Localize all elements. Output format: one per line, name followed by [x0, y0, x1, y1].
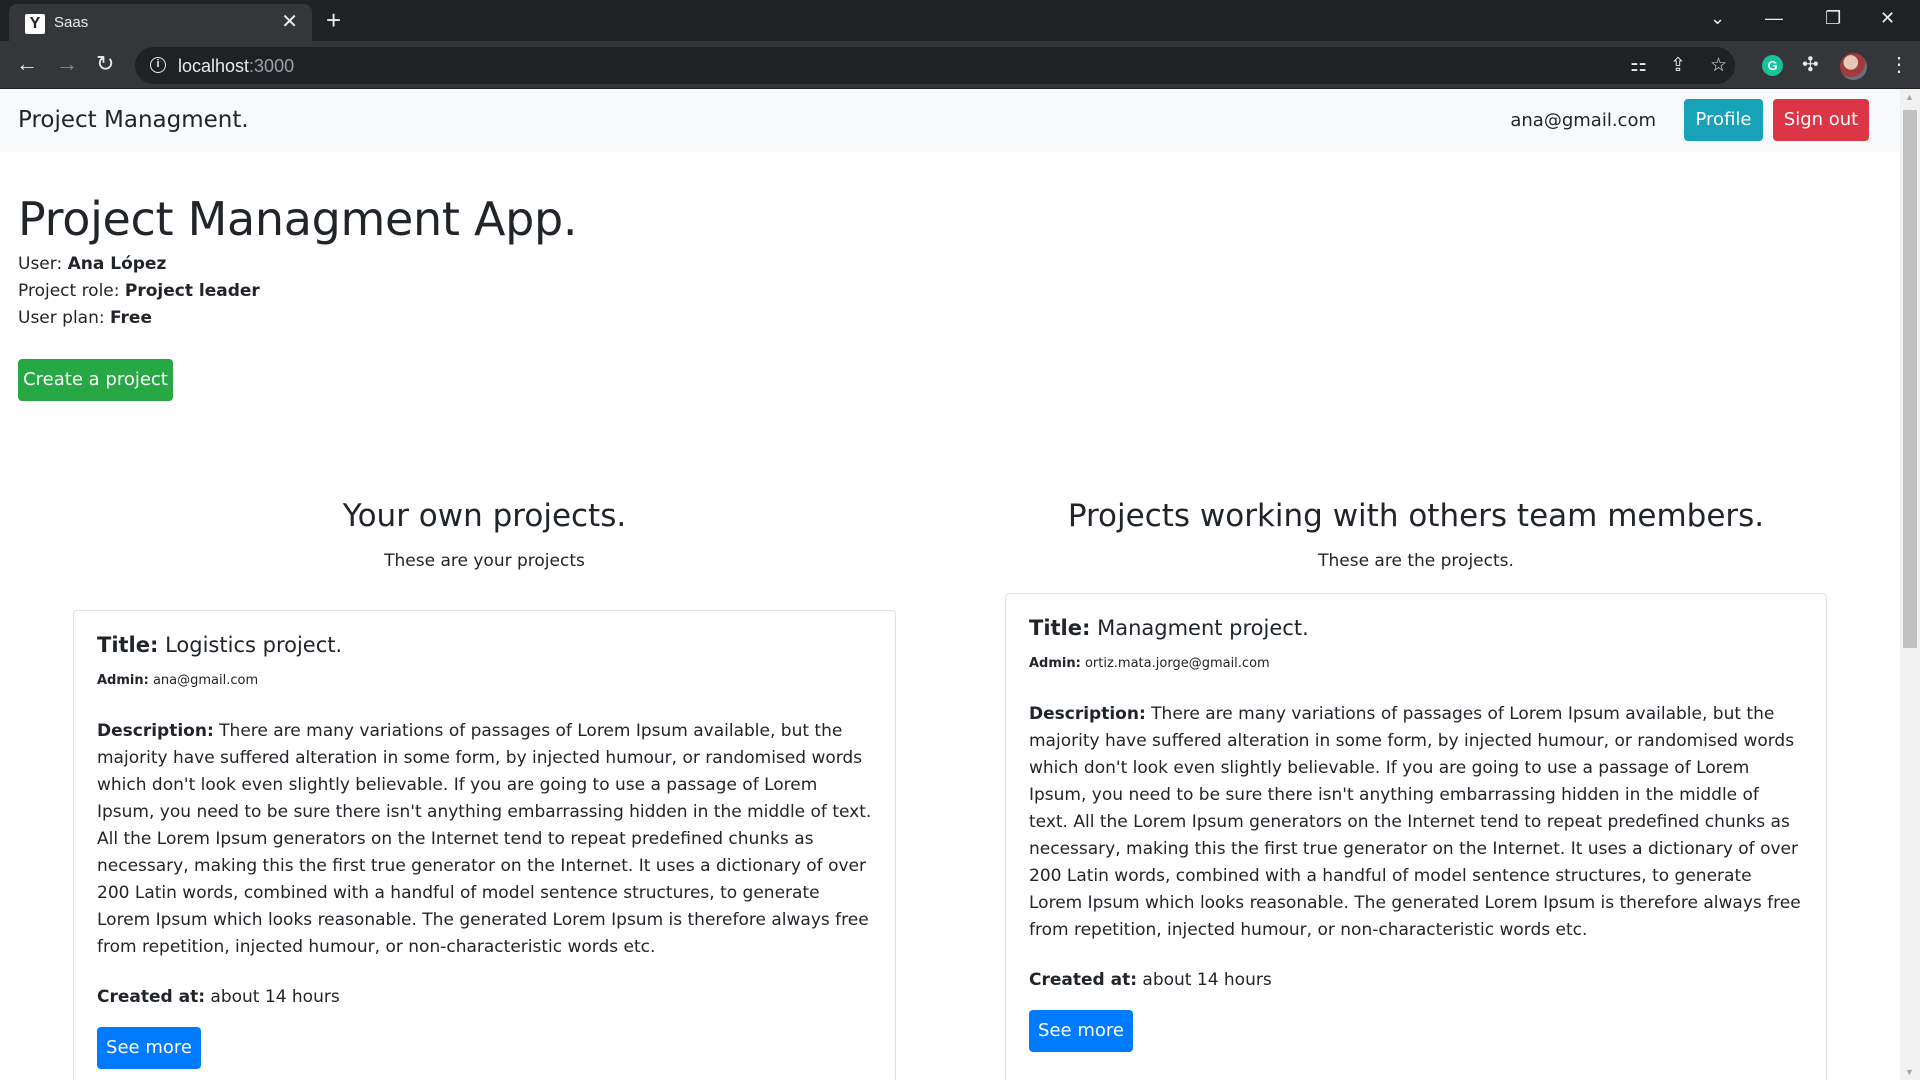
- close-icon[interactable]: ✕: [281, 11, 298, 33]
- team-project-card: Title: Managment project. Admin: ortiz.m…: [1005, 593, 1827, 1080]
- forward-icon[interactable]: →: [56, 52, 78, 76]
- card-created: Created at: about 14 hours: [97, 987, 872, 1007]
- card-desc-label: Description:: [97, 721, 214, 741]
- card-description: Description: There are many variations o…: [1029, 701, 1803, 944]
- scrollbar-thumb[interactable]: [1903, 110, 1917, 648]
- card-desc-label: Description:: [1029, 704, 1146, 724]
- user-email: ana@gmail.com: [1510, 110, 1656, 131]
- scroll-up-icon[interactable]: ▲: [1905, 92, 1914, 102]
- user-info: User: Ana López: [18, 254, 166, 274]
- info-icon[interactable]: i: [150, 57, 166, 73]
- plan-label: User plan:: [18, 308, 105, 328]
- own-project-card: Title: Logistics project. Admin: ana@gma…: [73, 610, 896, 1080]
- user-name: Ana López: [67, 254, 167, 274]
- card-desc-value: There are many variations of passages of…: [1029, 704, 1801, 940]
- back-icon[interactable]: ←: [16, 52, 38, 76]
- user-label: User:: [18, 254, 63, 274]
- url-text: localhost:3000: [178, 56, 295, 76]
- url-input[interactable]: i localhost:3000 ⚏ ⇪ ☆: [135, 47, 1735, 84]
- plus-icon[interactable]: +: [326, 6, 341, 34]
- card-created: Created at: about 14 hours: [1029, 970, 1803, 990]
- card-title: Title: Logistics project.: [97, 633, 872, 657]
- profile-button[interactable]: Profile: [1684, 99, 1763, 141]
- plan-value: Free: [110, 308, 152, 328]
- page-scrollbar[interactable]: ▲ ▼: [1900, 89, 1920, 1080]
- menu-icon[interactable]: ⋮: [1889, 53, 1909, 77]
- browser-tab-bar: Y Saas ✕ + ⌄ — ❐ ✕: [0, 0, 1920, 41]
- card-admin-label: Admin:: [1029, 656, 1081, 671]
- sign-out-button[interactable]: Sign out: [1773, 99, 1869, 141]
- card-admin: Admin: ortiz.mata.jorge@gmail.com: [1029, 656, 1803, 671]
- card-created-value: about 14 hours: [210, 987, 340, 1007]
- card-title-label: Title:: [97, 633, 159, 657]
- navbar-brand[interactable]: Project Managment.: [18, 107, 249, 133]
- card-description: Description: There are many variations o…: [97, 718, 872, 961]
- browser-tab[interactable]: Y Saas ✕: [9, 4, 312, 41]
- translate-icon[interactable]: ⚏: [1630, 55, 1647, 77]
- card-created-label: Created at:: [1029, 970, 1138, 990]
- create-project-button[interactable]: Create a project: [18, 359, 173, 401]
- star-icon[interactable]: ☆: [1710, 55, 1727, 77]
- avatar-icon[interactable]: [1840, 53, 1867, 80]
- scroll-down-icon[interactable]: ▼: [1905, 1067, 1914, 1077]
- restore-icon[interactable]: ❐: [1825, 6, 1841, 30]
- extensions-icon[interactable]: ✣: [1802, 53, 1819, 77]
- card-admin-label: Admin:: [97, 673, 149, 688]
- reload-icon[interactable]: ↻: [96, 52, 114, 76]
- share-icon[interactable]: ⇪: [1670, 55, 1686, 77]
- chevron-down-icon[interactable]: ⌄: [1710, 6, 1725, 30]
- role-info: Project role: Project leader: [18, 281, 260, 301]
- see-more-button[interactable]: See more: [1029, 1010, 1133, 1052]
- page-title: Project Managment App.: [18, 192, 578, 246]
- role-value: Project leader: [124, 281, 260, 301]
- own-projects-heading: Your own projects.: [342, 498, 627, 534]
- minimize-icon[interactable]: —: [1765, 6, 1783, 30]
- address-bar: ← → ↻ i localhost:3000 ⚏ ⇪ ☆ G ✣ ⋮: [0, 41, 1920, 89]
- card-desc-value: There are many variations of passages of…: [97, 721, 872, 957]
- card-created-value: about 14 hours: [1142, 970, 1272, 990]
- role-label: Project role:: [18, 281, 120, 301]
- window-close-icon[interactable]: ✕: [1880, 6, 1895, 30]
- own-projects-subtitle: These are your projects: [384, 551, 585, 571]
- card-title: Title: Managment project.: [1029, 616, 1803, 640]
- see-more-button[interactable]: See more: [97, 1027, 201, 1069]
- card-admin-value: ortiz.mata.jorge@gmail.com: [1084, 656, 1270, 671]
- card-admin-value: ana@gmail.com: [152, 673, 259, 688]
- team-projects-subtitle: These are the projects.: [1318, 551, 1514, 571]
- favicon-icon: Y: [25, 14, 45, 34]
- page-viewport: Project Managment. ana@gmail.com Profile…: [0, 89, 1900, 1080]
- tab-title: Saas: [54, 14, 89, 31]
- card-admin: Admin: ana@gmail.com: [97, 673, 872, 688]
- card-title-label: Title:: [1029, 616, 1091, 640]
- card-title-value: Managment project.: [1097, 616, 1309, 640]
- plan-info: User plan: Free: [18, 308, 152, 328]
- grammarly-icon[interactable]: G: [1762, 55, 1783, 76]
- card-title-value: Logistics project.: [165, 633, 343, 657]
- navbar: Project Managment. ana@gmail.com Profile…: [0, 89, 1900, 152]
- team-projects-heading: Projects working with others team member…: [1067, 498, 1765, 534]
- card-created-label: Created at:: [97, 987, 206, 1007]
